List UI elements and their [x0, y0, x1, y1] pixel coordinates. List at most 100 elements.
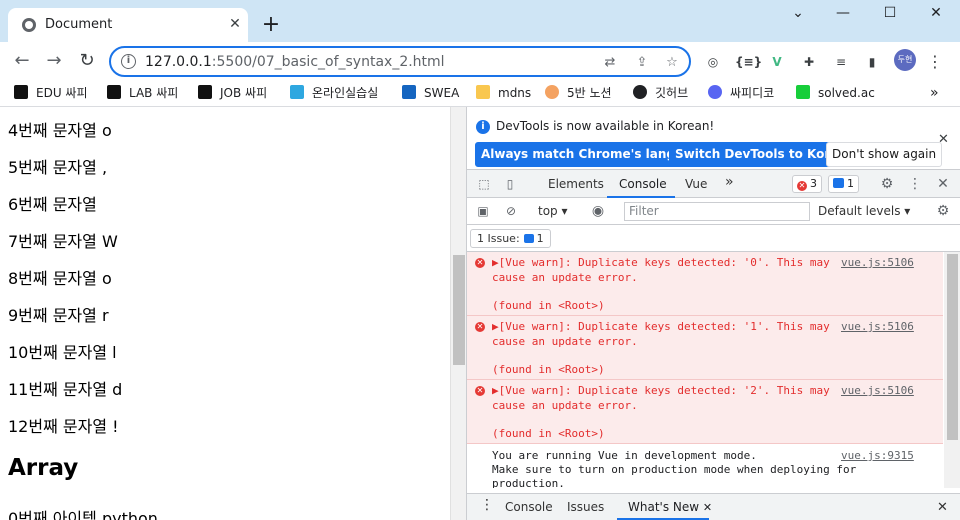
- error-count-badge[interactable]: ✕ 3: [792, 175, 822, 193]
- bookmark-edu[interactable]: EDU 싸피: [14, 84, 88, 104]
- bookmarks-more-icon[interactable]: »: [930, 84, 939, 104]
- source-link[interactable]: vue.js:5106: [841, 256, 914, 269]
- profile-avatar[interactable]: 두현: [894, 49, 916, 71]
- sidebar-toggle-icon[interactable]: ▣: [474, 203, 492, 219]
- online-lab-icon: [290, 85, 304, 99]
- drawer-tab-whats-new[interactable]: What's New ✕: [628, 500, 712, 514]
- discord-icon: [708, 85, 722, 99]
- tab-console[interactable]: Console: [619, 177, 667, 191]
- error-icon: ✕: [797, 181, 807, 191]
- error-icon: ✕: [475, 386, 485, 396]
- tab-search-icon[interactable]: ⌄: [778, 5, 818, 27]
- console-settings-icon[interactable]: ⚙: [934, 203, 952, 219]
- browser-toolbar: ← → ↻ i 127.0.0.1:5500/07_basic_of_synta…: [0, 42, 960, 80]
- console-filter-input[interactable]: Filter: [624, 202, 810, 221]
- issue-icon: [523, 234, 534, 243]
- inspect-element-icon[interactable]: ⬚: [475, 176, 493, 192]
- close-window-button[interactable]: ✕: [916, 5, 956, 27]
- new-tab-button[interactable]: +: [258, 12, 284, 38]
- translate-icon[interactable]: ⇄: [601, 54, 619, 72]
- source-link[interactable]: vue.js:5106: [841, 320, 914, 333]
- string-line: 10번째 문자열 l: [8, 343, 117, 362]
- issues-button[interactable]: 1 Issue: 1: [470, 229, 551, 248]
- tab-title: Document: [45, 17, 113, 32]
- address-bar[interactable]: i 127.0.0.1:5500/07_basic_of_syntax_2.ht…: [109, 46, 691, 77]
- solvedac-icon: [796, 85, 810, 99]
- reload-icon[interactable]: ↻: [75, 49, 99, 73]
- close-devtools-icon[interactable]: ✕: [934, 176, 952, 192]
- close-tab-icon[interactable]: ✕: [703, 501, 712, 514]
- vue-devtools-icon[interactable]: V: [767, 52, 787, 72]
- bookmark-star-icon[interactable]: ☆: [663, 54, 681, 72]
- devtools-panel: i DevTools is now available in Korean! ✕…: [466, 107, 960, 520]
- array-heading: Array: [8, 455, 79, 481]
- bookmark-swea[interactable]: SWEA: [402, 84, 459, 104]
- bookmark-github[interactable]: 깃허브: [633, 84, 688, 104]
- json-extension-icon[interactable]: {≡}: [735, 52, 762, 72]
- issue-count-badge[interactable]: 1: [828, 175, 859, 193]
- string-line: 8번째 문자열 o: [8, 269, 112, 288]
- chrome-menu-icon[interactable]: ⋮: [925, 52, 945, 72]
- close-drawer-icon[interactable]: ✕: [937, 500, 948, 515]
- console-scrollbar[interactable]: [944, 252, 960, 488]
- string-line: 7번째 문자열 W: [8, 232, 118, 251]
- page-scrollbar-thumb[interactable]: [453, 255, 465, 365]
- forward-arrow-icon[interactable]: →: [42, 49, 66, 73]
- array-item-line: 0번째 아이템 python: [8, 509, 158, 520]
- string-line: 4번째 문자열 o: [8, 121, 112, 140]
- clear-console-icon[interactable]: ⊘: [502, 203, 520, 219]
- bookmark-mdns[interactable]: mdns: [476, 84, 531, 104]
- drawer-tab-console[interactable]: Console: [505, 500, 553, 514]
- back-arrow-icon[interactable]: ←: [10, 49, 34, 73]
- drawer-menu-icon[interactable]: ⋮: [480, 497, 494, 513]
- bookmark-online-lab[interactable]: 온라인실습실: [290, 84, 378, 104]
- tab-vue[interactable]: Vue: [685, 177, 707, 191]
- tab-strip: Document ✕ + ⌄ — ☐ ✕: [0, 0, 960, 42]
- log-levels-dropdown[interactable]: Default levels ▾: [818, 204, 910, 218]
- dont-show-again-button[interactable]: Don't show again: [826, 142, 943, 167]
- console-error-entry[interactable]: ✕ ▶[Vue warn]: Duplicate keys detected: …: [467, 316, 943, 380]
- string-line: 9번째 문자열 r: [8, 306, 109, 325]
- site-info-icon[interactable]: i: [121, 54, 136, 69]
- issues-row: 1 Issue: 1: [467, 225, 960, 252]
- devtools-menu-icon[interactable]: ⋮: [906, 176, 924, 192]
- extensions-puzzle-icon[interactable]: ✚: [799, 52, 819, 72]
- ssafy-icon: [107, 85, 121, 99]
- extension-grey-icon[interactable]: ◎: [703, 52, 723, 72]
- minimize-button[interactable]: —: [823, 5, 863, 27]
- more-tabs-icon[interactable]: »: [725, 174, 734, 190]
- page-scrollbar[interactable]: [450, 107, 466, 520]
- url-text[interactable]: 127.0.0.1:5500/07_basic_of_syntax_2.html: [145, 54, 445, 70]
- error-icon: ✕: [475, 258, 485, 268]
- media-queue-icon[interactable]: ≡: [831, 52, 851, 72]
- error-icon: ✕: [475, 322, 485, 332]
- source-link[interactable]: vue.js:9315: [841, 449, 914, 462]
- console-output: ✕ ▶[Vue warn]: Duplicate keys detected: …: [467, 252, 943, 488]
- side-panel-icon[interactable]: ▮: [862, 52, 882, 72]
- console-info-entry[interactable]: You are running Vue in development mode.…: [467, 445, 943, 488]
- tab-elements[interactable]: Elements: [548, 177, 604, 191]
- settings-gear-icon[interactable]: ⚙: [878, 176, 896, 192]
- github-icon: [633, 85, 647, 99]
- bookmark-lab[interactable]: LAB 싸피: [107, 84, 178, 104]
- bookmark-notion[interactable]: 5반 노션: [545, 84, 612, 104]
- bookmark-solvedac[interactable]: solved.ac: [796, 84, 875, 104]
- info-icon: i: [476, 120, 490, 134]
- console-scrollbar-thumb[interactable]: [947, 254, 958, 440]
- context-selector[interactable]: top ▾: [538, 204, 568, 218]
- source-link[interactable]: vue.js:5106: [841, 384, 914, 397]
- drawer-tab-issues[interactable]: Issues: [567, 500, 604, 514]
- issue-icon: [833, 178, 844, 188]
- device-toolbar-icon[interactable]: ▯: [501, 176, 519, 192]
- bookmark-job[interactable]: JOB 싸피: [198, 84, 267, 104]
- browser-tab[interactable]: Document ✕: [8, 8, 248, 42]
- globe-icon: [22, 18, 36, 32]
- bookmark-discord[interactable]: 싸피디코: [708, 84, 774, 104]
- console-error-entry[interactable]: ✕ ▶[Vue warn]: Duplicate keys detected: …: [467, 252, 943, 316]
- tab-close-icon[interactable]: ✕: [226, 15, 244, 33]
- console-error-entry[interactable]: ✕ ▶[Vue warn]: Duplicate keys detected: …: [467, 380, 943, 444]
- share-icon[interactable]: ⇪: [633, 54, 651, 72]
- maximize-button[interactable]: ☐: [870, 5, 910, 27]
- bookmarks-bar: EDU 싸피 LAB 싸피 JOB 싸피 온라인실습실 SWEA mdns 5반…: [0, 80, 960, 107]
- eye-icon[interactable]: ◉: [589, 203, 607, 219]
